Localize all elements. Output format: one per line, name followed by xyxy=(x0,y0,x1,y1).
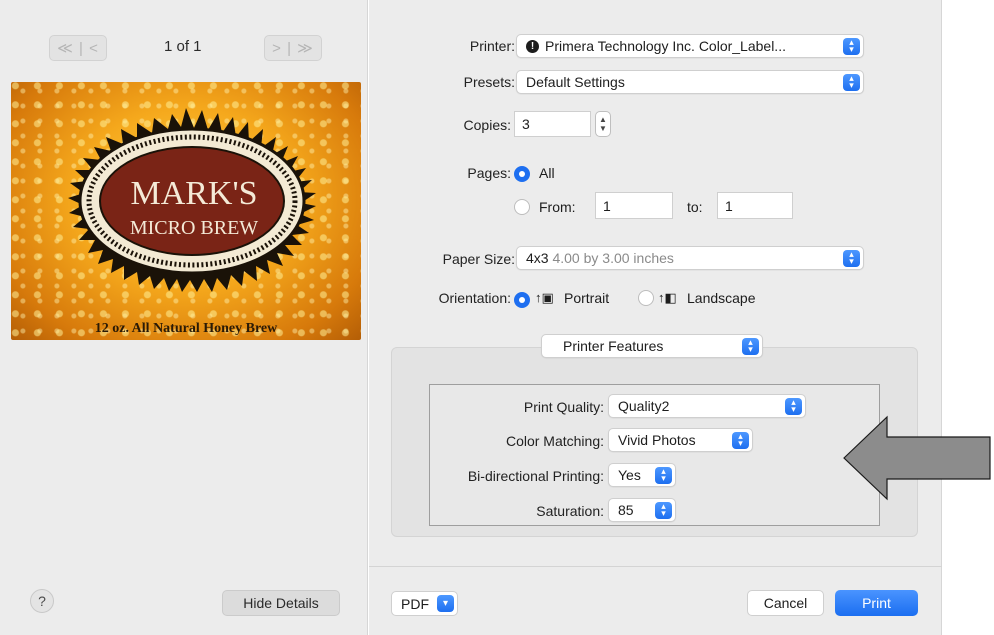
print-dialog: ≪ | < 1 of 1 > | ≫ MARK'S MICRO BREW 12 … xyxy=(0,0,994,635)
saturation-select[interactable]: 85 ▴ ▾ xyxy=(608,498,676,522)
landscape-label: Landscape xyxy=(687,290,756,306)
pages-from-input[interactable]: 1 xyxy=(595,192,673,219)
paper-size-select[interactable]: 4x3 4.00 by 3.00 inches ▴ ▾ xyxy=(516,246,864,270)
printer-select[interactable]: ! Primera Technology Inc. Color_Label...… xyxy=(516,34,864,58)
pages-range-radio[interactable] xyxy=(514,199,530,218)
next-page-button[interactable]: > | ≫ xyxy=(264,35,322,61)
pages-all-label: All xyxy=(539,165,555,181)
chevron-updown-icon: ▴ ▾ xyxy=(732,431,749,449)
section-select-value: Printer Features xyxy=(563,338,664,354)
preview-panel: ≪ | < 1 of 1 > | ≫ MARK'S MICRO BREW 12 … xyxy=(0,0,368,635)
landscape-icon: ↑◧ xyxy=(658,290,677,305)
label-title-line1: MARK'S xyxy=(130,175,257,212)
orientation-label: Orientation: xyxy=(438,290,511,306)
chevron-updown-icon: ▴ ▾ xyxy=(655,466,672,484)
help-button[interactable]: ? xyxy=(30,589,54,613)
beer-label-artwork: MARK'S MICRO BREW 12 oz. All Natural Hon… xyxy=(68,108,316,336)
page-indicator: 1 of 1 xyxy=(164,38,202,55)
label-title-line2: MICRO BREW xyxy=(130,217,258,239)
annotation-arrow-icon xyxy=(843,415,991,501)
footer-divider xyxy=(369,566,942,567)
bidirectional-label: Bi-directional Printing: xyxy=(467,468,604,484)
saturation-label: Saturation: xyxy=(536,503,604,519)
color-matching-select[interactable]: Vivid Photos ▴ ▾ xyxy=(608,428,753,452)
color-matching-label: Color Matching: xyxy=(505,433,604,449)
chevron-down-icon: ▾ xyxy=(437,595,454,612)
pages-from-label: From: xyxy=(539,199,576,215)
paper-size-label: Paper Size: xyxy=(442,251,515,267)
print-button[interactable]: Print xyxy=(835,590,918,616)
orientation-portrait-radio[interactable] xyxy=(514,290,530,308)
pages-label: Pages: xyxy=(467,165,511,181)
chevron-updown-icon: ▴ ▾ xyxy=(843,249,860,267)
pages-all-radio[interactable] xyxy=(514,164,530,182)
presets-value: Default Settings xyxy=(526,74,625,90)
bidirectional-select[interactable]: Yes ▴ ▾ xyxy=(608,463,676,487)
section-select[interactable]: Printer Features ▴ ▾ xyxy=(541,334,763,358)
printer-label: Printer: xyxy=(469,38,515,54)
cancel-button[interactable]: Cancel xyxy=(747,590,824,616)
pdf-label: PDF xyxy=(401,595,429,612)
settings-panel: Printer: ! Primera Technology Inc. Color… xyxy=(369,0,942,635)
presets-select[interactable]: Default Settings ▴ ▾ xyxy=(516,70,864,94)
copies-stepper[interactable]: ▲ ▼ xyxy=(595,111,611,137)
paper-size-value: 4x3 xyxy=(526,250,549,266)
portrait-label: Portrait xyxy=(564,290,610,306)
copies-label: Copies: xyxy=(463,117,511,133)
print-quality-value: Quality2 xyxy=(618,398,670,414)
bidirectional-value: Yes xyxy=(618,467,641,483)
paper-size-detail: 4.00 by 3.00 inches xyxy=(552,250,674,266)
orientation-landscape-radio[interactable] xyxy=(638,290,654,309)
color-matching-value: Vivid Photos xyxy=(618,432,696,448)
label-preview: MARK'S MICRO BREW 12 oz. All Natural Hon… xyxy=(11,82,361,340)
pages-to-input[interactable]: 1 xyxy=(717,192,793,219)
label-tagline: 12 oz. All Natural Honey Brew xyxy=(95,321,278,336)
portrait-icon: ↑▣ xyxy=(535,290,554,305)
chevron-updown-icon: ▴ ▾ xyxy=(785,397,802,415)
copies-input[interactable]: 3 xyxy=(514,111,591,137)
printer-value: Primera Technology Inc. Color_Label... xyxy=(545,38,786,54)
pages-to-label: to: xyxy=(687,199,703,215)
print-quality-select[interactable]: Quality2 ▴ ▾ xyxy=(608,394,806,418)
chevron-updown-icon: ▴ ▾ xyxy=(843,73,860,91)
presets-label: Presets: xyxy=(463,74,515,90)
pdf-menu-button[interactable]: PDF ▾ xyxy=(391,591,458,616)
hide-details-button[interactable]: Hide Details xyxy=(222,590,340,616)
previous-page-button[interactable]: ≪ | < xyxy=(49,35,107,61)
print-quality-label: Print Quality: xyxy=(523,399,604,415)
chevron-updown-icon: ▴ ▾ xyxy=(655,501,672,519)
chevron-updown-icon: ▴ ▾ xyxy=(742,337,759,355)
chevron-updown-icon: ▴ ▾ xyxy=(843,37,860,55)
printer-status-icon: ! xyxy=(526,39,539,53)
saturation-value: 85 xyxy=(618,502,634,518)
